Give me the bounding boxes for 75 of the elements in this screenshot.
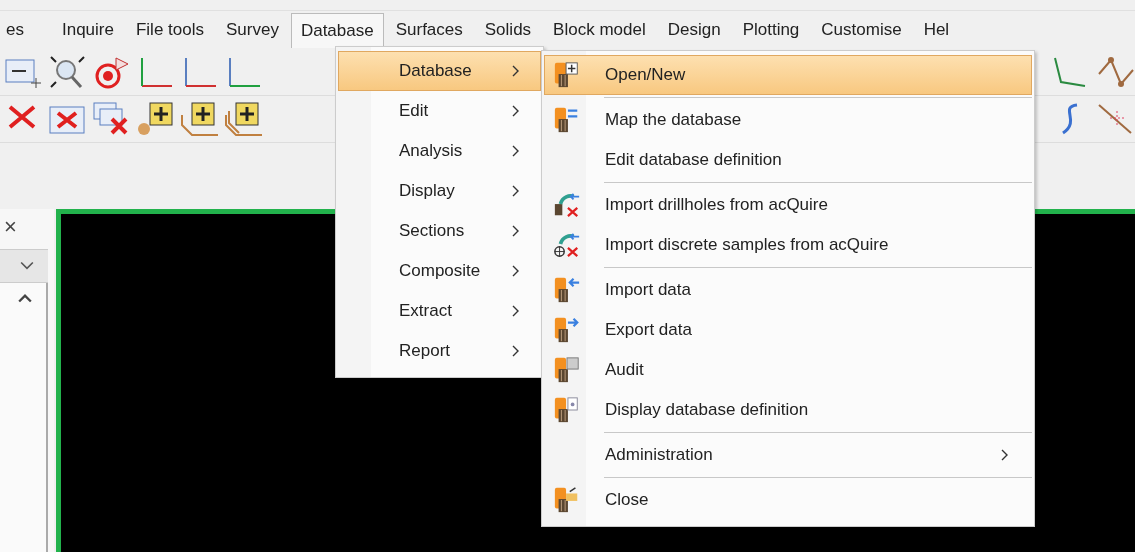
menu-item-label: Close (605, 490, 650, 510)
menu-item[interactable]: Import discrete samples from acQuire (544, 225, 1032, 265)
menu-item-label: Audit (605, 360, 645, 380)
menu-item[interactable]: Export data (544, 310, 1032, 350)
menu-item-label: Database (399, 61, 472, 81)
menu-item[interactable]: Edit database definition (544, 140, 1032, 180)
database-icon (553, 396, 581, 424)
menu-item-label: Import data (605, 280, 692, 300)
chevron-right-icon (512, 185, 520, 197)
menu-item[interactable]: Analysis (338, 131, 541, 171)
menu-item[interactable]: Solids (474, 12, 542, 48)
chevron-down-icon (20, 261, 34, 271)
menu-item[interactable]: Close (544, 480, 1032, 520)
menu-item[interactable]: Report (338, 331, 541, 371)
menu-item[interactable]: Open/New (544, 55, 1032, 95)
menu-item-label: Open/New (605, 65, 687, 85)
add-point-icon[interactable] (136, 101, 176, 137)
import-icon (553, 191, 581, 219)
zoom-extents-icon[interactable] (48, 54, 88, 90)
menu-item-label: Analysis (399, 141, 463, 161)
menu-item[interactable]: Import drillholes from acQuire (544, 185, 1032, 225)
import-icon (553, 231, 581, 259)
chevron-right-icon (512, 225, 520, 237)
menu-item-label: Map the database (605, 110, 743, 130)
chevron-right-icon (512, 345, 520, 357)
menu-item-label: Edit database definition (605, 150, 783, 170)
menu-item[interactable]: Hel (913, 12, 960, 48)
database-icon (553, 316, 581, 344)
line-points-icon[interactable] (1095, 54, 1135, 90)
menu-item[interactable]: Design (657, 12, 731, 48)
menu-item-label: Export data (605, 320, 693, 340)
chevron-up-icon[interactable] (18, 293, 32, 303)
menu-item[interactable]: Sections (338, 211, 541, 251)
menu-item-label: Composite (399, 261, 481, 281)
menu-item[interactable]: Plotting (732, 12, 810, 48)
chevron-right-icon (512, 105, 520, 117)
menu-item[interactable]: Administration (544, 435, 1032, 475)
menu-item-label: Edit (399, 101, 429, 121)
menu-item-label: Report (399, 341, 451, 361)
menu-item[interactable]: Extract (338, 291, 541, 331)
add-strings-icon[interactable] (224, 101, 264, 137)
chevron-right-icon (512, 265, 520, 277)
menu-item-label: Display (399, 181, 455, 201)
menu-item-label: Display database definition (605, 400, 810, 420)
menu-item-label: Sections (399, 221, 465, 241)
database-icon (553, 61, 581, 89)
add-string-icon[interactable] (180, 101, 220, 137)
chevron-right-icon (512, 305, 520, 317)
menu-item[interactable]: Database (290, 12, 384, 48)
menu-item[interactable]: Display database definition (544, 390, 1032, 430)
chevron-right-icon (512, 65, 520, 77)
database-icon (553, 276, 581, 304)
menu-item[interactable]: Block model (543, 12, 656, 48)
menu-item-label: Administration (605, 445, 714, 465)
menu-item[interactable]: File tools (125, 12, 214, 48)
menu-item[interactable]: es (0, 12, 34, 48)
menu-item[interactable]: Display (338, 171, 541, 211)
menu-item[interactable]: Import data (544, 270, 1032, 310)
menu-item[interactable]: Database (338, 51, 541, 91)
close-button[interactable]: × (0, 209, 21, 249)
chevron-right-icon (512, 145, 520, 157)
dropdown-field[interactable] (0, 249, 48, 283)
menu-item[interactable]: Edit (338, 91, 541, 131)
menu-item[interactable]: Inquire (51, 12, 124, 48)
menu-item-label: Import drillholes from acQuire (605, 195, 829, 215)
menu-item-label: Import discrete samples from acQuire (605, 235, 890, 255)
menu-item[interactable]: Composite (338, 251, 541, 291)
menu-item[interactable]: Customise (811, 12, 912, 48)
menu-item[interactable]: Survey (216, 12, 289, 48)
menu-item[interactable]: Map the database (544, 100, 1032, 140)
menu-item[interactable]: Audit (544, 350, 1032, 390)
menu-item[interactable]: Surfaces (385, 12, 473, 48)
database-icon (553, 356, 581, 384)
chevron-right-icon (1001, 449, 1009, 461)
menu-item-label: Extract (399, 301, 452, 321)
